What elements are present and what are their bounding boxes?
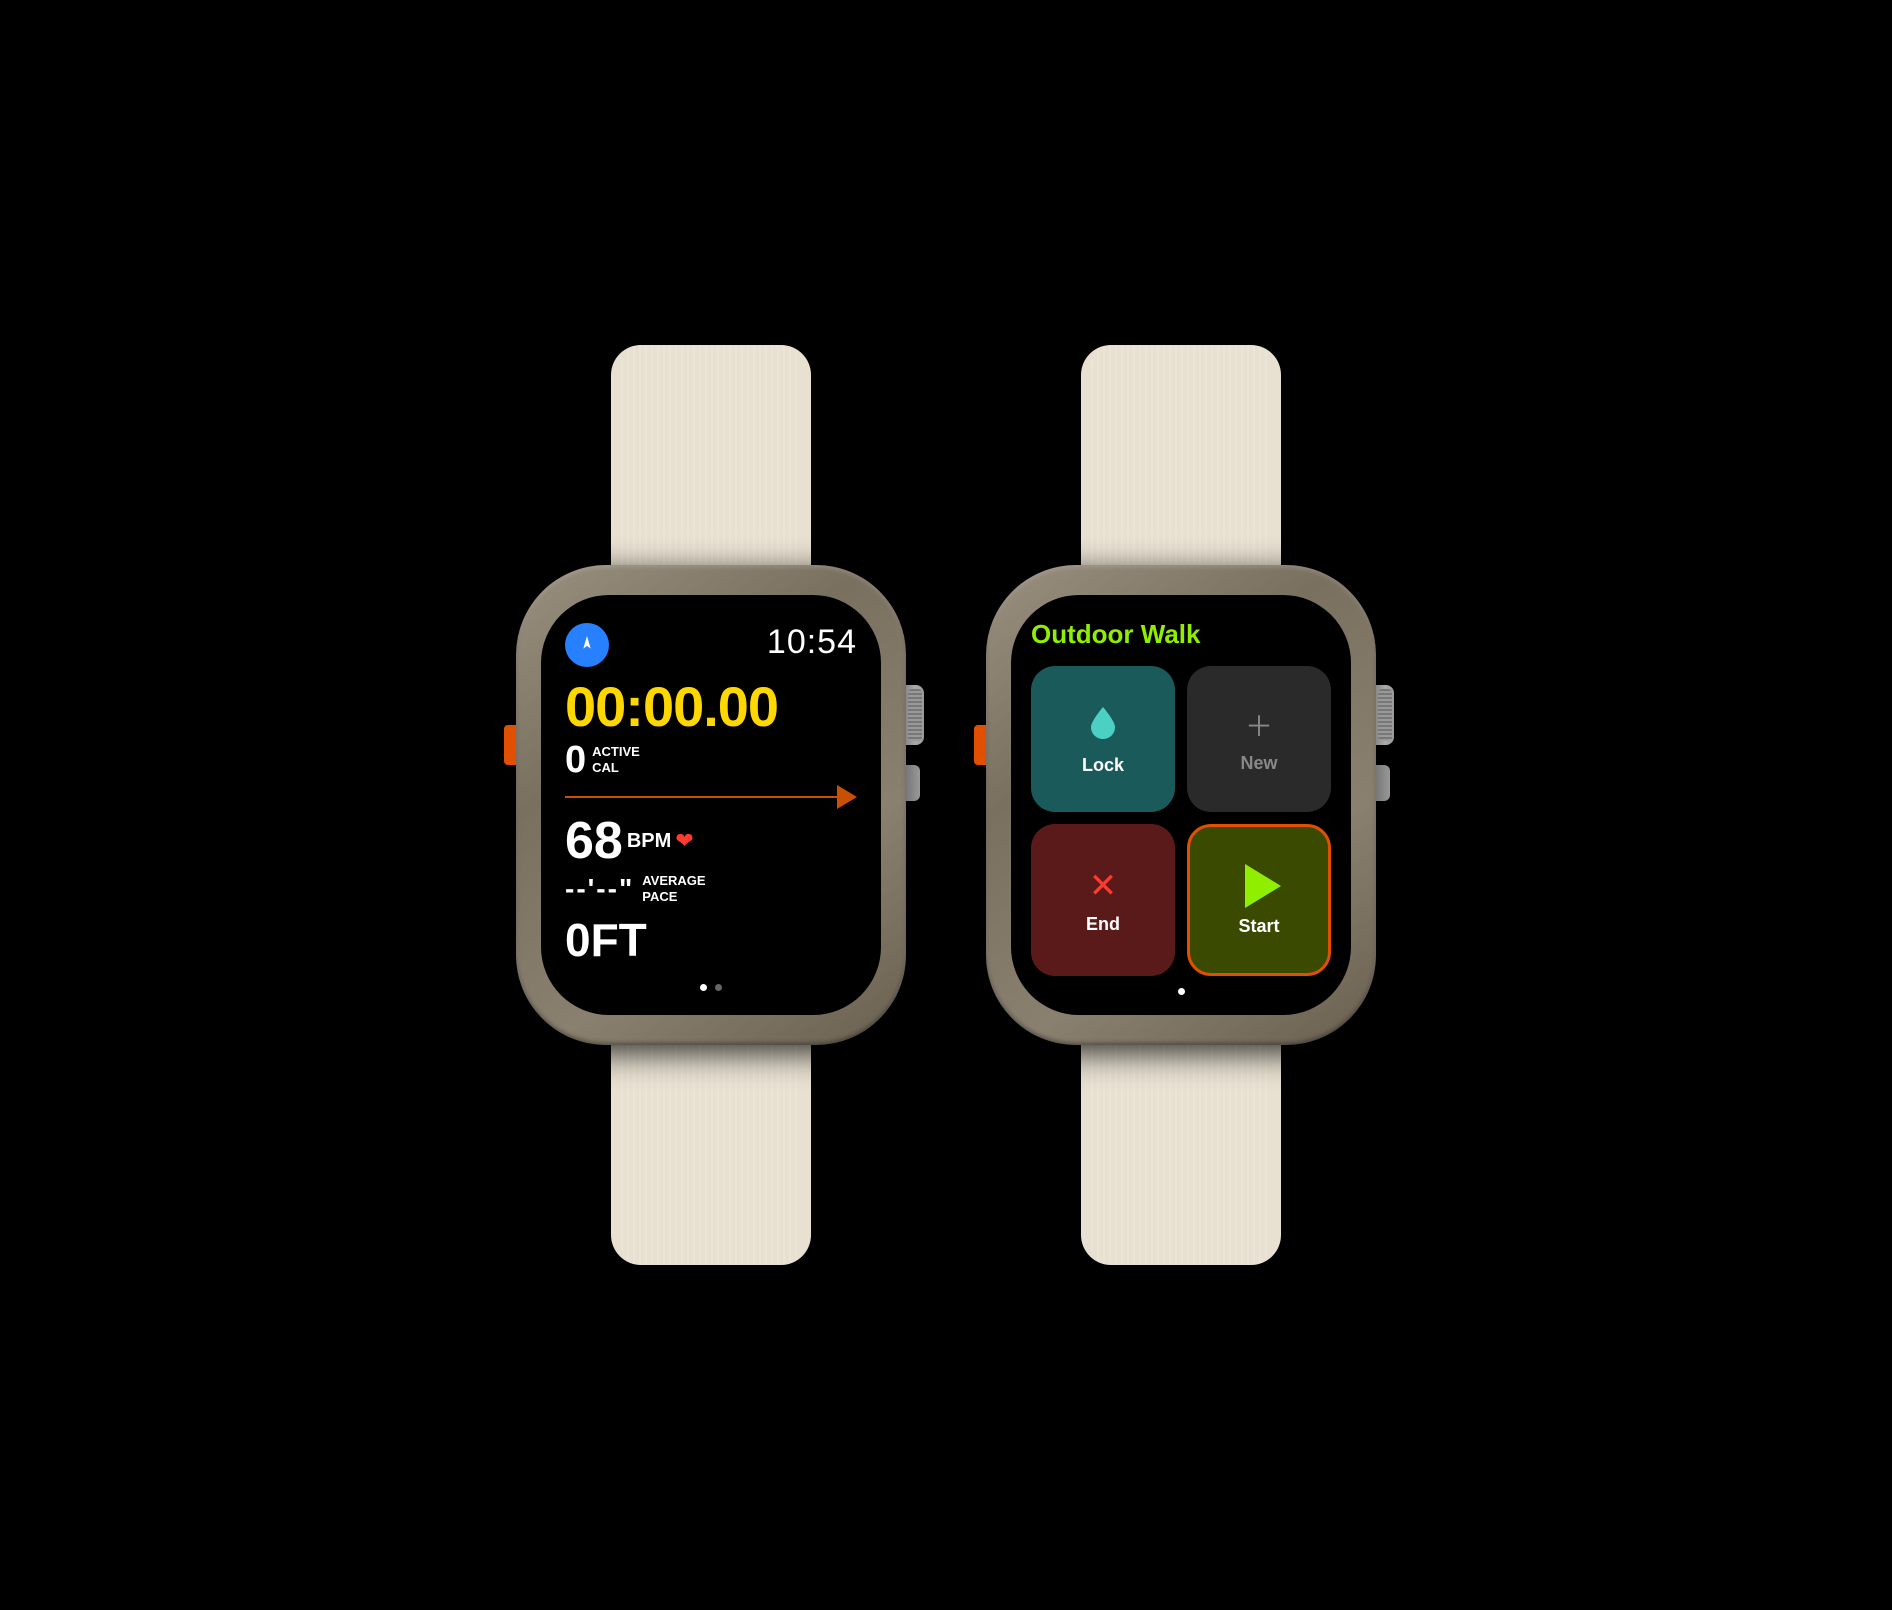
end-button[interactable]: ✕ End <box>1031 824 1175 976</box>
page-dots-right <box>1031 988 1331 995</box>
new-label: New <box>1240 753 1277 774</box>
active-cal-value: 0 <box>565 741 586 779</box>
band-bottom-left <box>611 1045 811 1265</box>
watch-crown-right[interactable] <box>1376 685 1394 745</box>
watch-crown-left[interactable] <box>906 685 924 745</box>
bpm-value: 68 <box>565 815 623 867</box>
end-label: End <box>1086 914 1120 935</box>
active-cal-row: 0 ACTIVECAL <box>565 741 857 779</box>
screen-left-content: 10:54 00:00.00 0 ACTIVECAL 68 BPM ❤ <box>541 595 881 1015</box>
divider-line <box>565 796 837 798</box>
divider-arrow <box>565 785 857 809</box>
time-display: 10:54 <box>767 623 857 662</box>
bpm-label: BPM <box>627 830 671 853</box>
drop-svg <box>1085 703 1121 739</box>
workout-grid: Lock ＋ New ✕ End Start <box>1031 666 1331 976</box>
distance-display: 0FT <box>565 913 857 967</box>
right-watch: Outdoor Walk Lock ＋ New <box>986 345 1376 1265</box>
plus-icon: ＋ <box>1245 705 1273 745</box>
page-dot-2 <box>715 984 722 991</box>
pace-label: AVERAGEPACE <box>642 873 705 904</box>
watch-screen-left: 10:54 00:00.00 0 ACTIVECAL 68 BPM ❤ <box>541 595 881 1015</box>
play-icon <box>1245 864 1281 908</box>
timer-display: 00:00.00 <box>565 679 857 735</box>
arrow-icon <box>837 785 857 809</box>
band-top-right <box>1081 345 1281 565</box>
screen-right-content: Outdoor Walk Lock ＋ New <box>1011 595 1351 1015</box>
water-drop-icon <box>1085 703 1121 747</box>
watch-orange-btn-right[interactable] <box>974 725 986 765</box>
start-label: Start <box>1238 916 1279 937</box>
lock-label: Lock <box>1082 755 1124 776</box>
band-top-left <box>611 345 811 565</box>
heart-rate-row: 68 BPM ❤ <box>565 815 857 867</box>
watch-orange-btn-left[interactable] <box>504 725 516 765</box>
band-bottom-right <box>1081 1045 1281 1265</box>
active-cal-label: ACTIVECAL <box>592 744 640 775</box>
left-watch: 10:54 00:00.00 0 ACTIVECAL 68 BPM ❤ <box>516 345 906 1265</box>
page-dots-left <box>565 984 857 995</box>
navigation-icon <box>565 623 609 667</box>
start-button[interactable]: Start <box>1187 824 1331 976</box>
page-dot-right-1 <box>1178 988 1185 995</box>
watch-body-left: 10:54 00:00.00 0 ACTIVECAL 68 BPM ❤ <box>516 565 906 1045</box>
x-icon: ✕ <box>1089 866 1118 906</box>
heart-icon: ❤ <box>675 828 693 854</box>
new-workout-button[interactable]: ＋ New <box>1187 666 1331 812</box>
watch-screen-right: Outdoor Walk Lock ＋ New <box>1011 595 1351 1015</box>
watch-body-right: Outdoor Walk Lock ＋ New <box>986 565 1376 1045</box>
screen-header: 10:54 <box>565 623 857 667</box>
watch-side-button-left[interactable] <box>906 765 920 801</box>
page-dot-1 <box>700 984 707 991</box>
workout-title: Outdoor Walk <box>1031 619 1331 650</box>
pace-row: --'--" AVERAGEPACE <box>565 873 857 905</box>
lock-button[interactable]: Lock <box>1031 666 1175 812</box>
watch-side-button-right[interactable] <box>1376 765 1390 801</box>
pace-value: --'--" <box>565 873 634 905</box>
compass-arrow-icon <box>576 634 598 656</box>
